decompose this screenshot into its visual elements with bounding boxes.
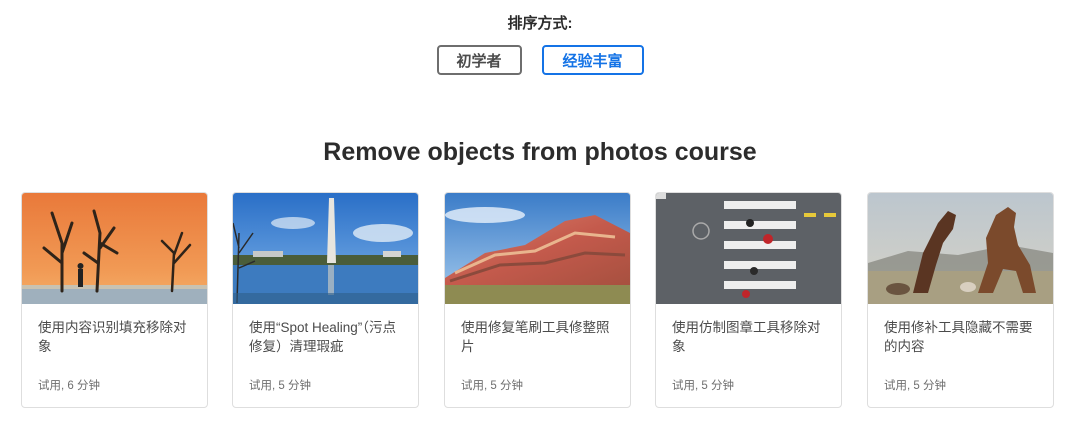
- course-card-spot-healing[interactable]: 使用“Spot Healing”（污点修复）清理瑕疵 试用, 5 分钟: [232, 192, 419, 408]
- course-card-healing-brush[interactable]: 使用修复笔刷工具修整照片 试用, 5 分钟: [444, 192, 631, 408]
- course-card-clone-stamp[interactable]: 使用仿制图章工具移除对象 试用, 5 分钟: [655, 192, 842, 408]
- card-title: 使用修复笔刷工具修整照片: [461, 320, 610, 354]
- course-card-patch-tool[interactable]: 使用修补工具隐藏不需要的内容 试用, 5 分钟: [867, 192, 1054, 408]
- card-meta: 试用, 5 分钟: [461, 380, 523, 392]
- card-title: 使用“Spot Healing”（污点修复）清理瑕疵: [249, 320, 397, 354]
- card-meta: 试用, 5 分钟: [249, 380, 311, 392]
- sort-beginner-button[interactable]: 初学者: [436, 45, 522, 75]
- card-title: 使用仿制图章工具移除对象: [672, 320, 821, 354]
- card-meta: 试用, 5 分钟: [672, 380, 734, 392]
- course-card-content-aware-fill[interactable]: 使用内容识别填充移除对象 试用, 6 分钟: [21, 192, 208, 408]
- card-title: 使用内容识别填充移除对象: [38, 320, 187, 354]
- course-title: Remove objects from photos course: [323, 138, 757, 166]
- card-meta: 试用, 5 分钟: [884, 380, 946, 392]
- monument-thumbnail: [233, 193, 418, 304]
- desert-trees-thumbnail: [22, 193, 207, 304]
- mountains-thumbnail: [445, 193, 630, 304]
- card-meta: 试用, 6 分钟: [38, 380, 100, 392]
- card-title: 使用修补工具隐藏不需要的内容: [884, 320, 1033, 354]
- course-card-list: 使用内容识别填充移除对象 试用, 6 分钟 使用“Spot Healing”（污…: [21, 192, 1061, 410]
- crosswalk-thumbnail: [656, 193, 841, 304]
- sort-label: 排序方式:: [507, 15, 573, 32]
- sort-experienced-button[interactable]: 经验丰富: [541, 45, 644, 75]
- sort-options: 初学者 经验丰富: [0, 45, 1080, 75]
- horses-thumbnail: [868, 193, 1053, 304]
